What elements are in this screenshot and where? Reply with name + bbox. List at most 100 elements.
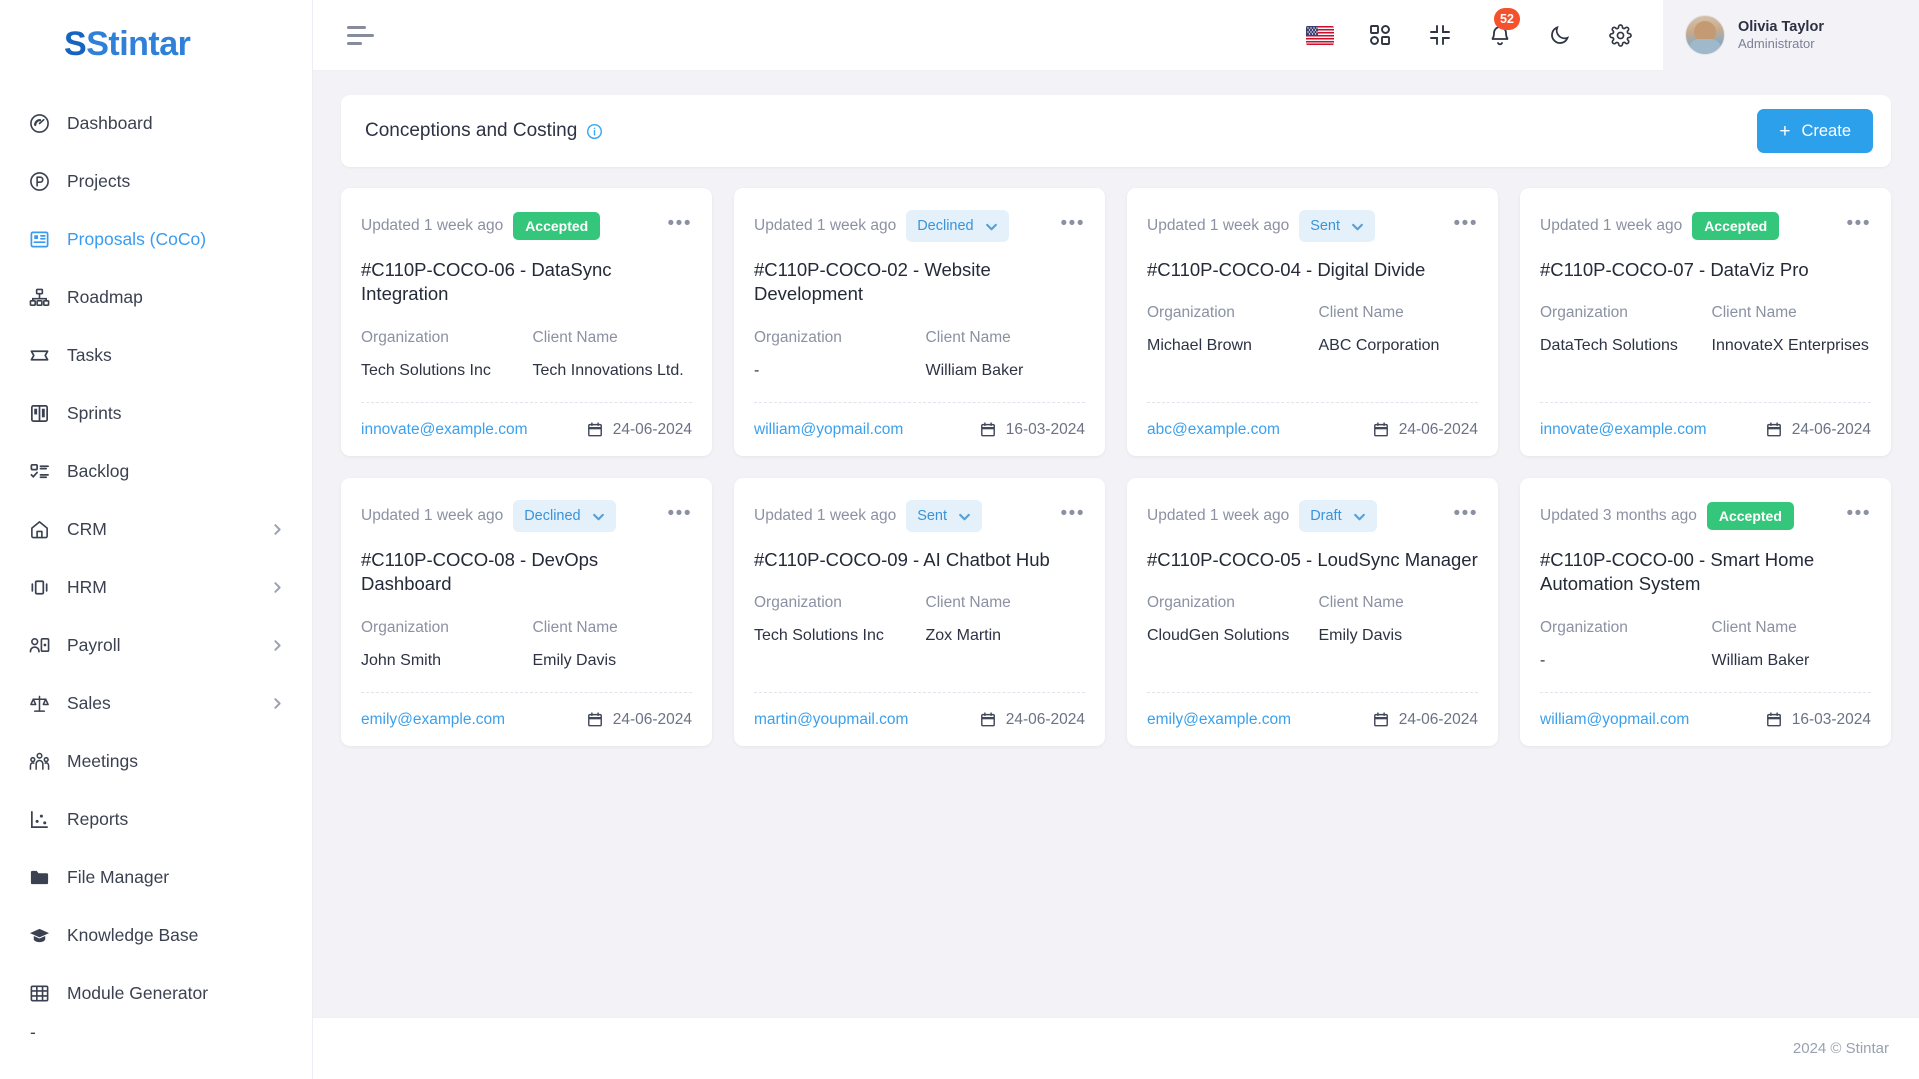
apps-grid-icon[interactable]	[1365, 20, 1395, 50]
card-updated-text: Updated 1 week ago	[1147, 507, 1290, 524]
info-circle-icon[interactable]	[586, 123, 603, 140]
sidebar-item-meetings[interactable]: Meetings	[0, 732, 312, 790]
client-field: Client Name William Baker	[1712, 619, 1872, 678]
status-dropdown[interactable]: Sent	[906, 500, 983, 532]
card-email-link[interactable]: william@yopmail.com	[754, 421, 903, 439]
topbar-icons: 52	[1305, 8, 1663, 50]
chevron-down-icon	[592, 510, 605, 523]
calendar-icon	[980, 421, 996, 438]
plus-icon: +	[1779, 120, 1791, 142]
create-button[interactable]: + Create	[1757, 109, 1873, 153]
user-profile[interactable]: Olivia Taylor Administrator	[1663, 0, 1919, 71]
sidebar-item-payroll[interactable]: Payroll	[0, 616, 312, 674]
proposal-card[interactable]: Updated 1 week ago Sent ••• #C110P-COCO-04 …	[1127, 188, 1498, 456]
status-dropdown[interactable]: Declined	[513, 500, 616, 532]
card-date-text: 24-06-2024	[1398, 420, 1478, 438]
card-header: Updated 1 week ago Accepted •••	[361, 208, 692, 244]
card-menu-icon[interactable]: •••	[1061, 214, 1085, 239]
card-email-link[interactable]: abc@example.com	[1147, 421, 1280, 439]
sidebar-item-label: CRM	[67, 518, 107, 539]
client-label: Client Name	[925, 328, 1011, 346]
hamburger-icon[interactable]	[347, 25, 377, 45]
card-menu-icon[interactable]: •••	[668, 504, 692, 529]
us-flag-icon[interactable]	[1305, 20, 1335, 50]
sidebar-item-dashboard[interactable]: Dashboard	[0, 94, 312, 152]
proposal-card[interactable]: Updated 1 week ago Declined ••• #C110P-COCO…	[341, 478, 712, 746]
status-dropdown[interactable]: Draft	[1299, 500, 1377, 532]
client-value: Tech Innovations Ltd.	[532, 361, 684, 379]
client-value: Emily Davis	[532, 651, 617, 669]
brand-logo[interactable]: SStintar	[0, 0, 312, 88]
sidebar-item-sprints[interactable]: Sprints	[0, 384, 312, 442]
content-area: Conceptions and Costing + Create Updated…	[313, 71, 1919, 1017]
proposal-card[interactable]: Updated 1 week ago Declined ••• #C110P-COCO…	[734, 188, 1105, 456]
sidebar-item-backlog[interactable]: Backlog	[0, 442, 312, 500]
chevron-right-icon[interactable]	[271, 523, 284, 536]
sidebar-item-file-manager[interactable]: File Manager	[0, 848, 312, 906]
proposal-card[interactable]: Updated 3 months ago Accepted ••• #C110P-CO…	[1520, 478, 1891, 746]
status-badge: Accepted	[1706, 502, 1794, 530]
card-menu-icon[interactable]: •••	[1847, 504, 1871, 529]
sidebar-item-label: Backlog	[67, 460, 130, 481]
card-email-link[interactable]: martin@youpmail.com	[754, 711, 908, 729]
chevron-right-icon[interactable]	[271, 581, 284, 594]
card-footer: martin@youpmail.com 24-06-2024	[754, 692, 1085, 746]
sidebar-item-hrm[interactable]: HRM	[0, 558, 312, 616]
proposal-card[interactable]: Updated 1 week ago Accepted ••• #C110P-COCO…	[1520, 188, 1891, 456]
organization-label: Organization	[754, 594, 842, 612]
sidebar-item-reports[interactable]: Reports	[0, 790, 312, 848]
card-date-text: 16-03-2024	[1791, 710, 1871, 728]
card-email-link[interactable]: emily@example.com	[361, 711, 505, 729]
chevron-right-icon[interactable]	[271, 697, 284, 710]
proposal-card[interactable]: Updated 1 week ago Draft ••• #C110P-COCO-05…	[1127, 478, 1498, 746]
organization-field: Organization Tech Solutions Inc	[754, 594, 914, 678]
card-fields: Organization CloudGen Solutions Client Nam…	[1147, 594, 1478, 678]
sidebar-item-roadmap[interactable]: Roadmap	[0, 268, 312, 326]
organization-label: Organization	[754, 328, 842, 346]
client-label: Client Name	[1318, 594, 1404, 612]
card-email-link[interactable]: innovate@example.com	[361, 421, 528, 439]
organization-label: Organization	[1147, 304, 1235, 322]
sidebar-item-truncated[interactable]: -	[0, 1022, 312, 1056]
moon-icon[interactable]	[1545, 20, 1575, 50]
organization-label: Organization	[361, 618, 449, 636]
sidebar-item-projects[interactable]: Projects	[0, 152, 312, 210]
client-field: Client Name William Baker	[926, 329, 1086, 388]
proposal-card[interactable]: Updated 1 week ago Accepted ••• #C110P-COCO…	[341, 188, 712, 456]
card-menu-icon[interactable]: •••	[1454, 504, 1478, 529]
sidebar-item-label: Reports	[67, 808, 129, 829]
sidebar-item-label: Dashboard	[67, 112, 153, 133]
status-dropdown[interactable]: Sent	[1299, 210, 1376, 242]
sidebar-item-sales[interactable]: Sales	[0, 674, 312, 732]
sidebar-item-knowledge-base[interactable]: Knowledge Base	[0, 906, 312, 964]
bell-icon[interactable]: 52	[1485, 8, 1520, 50]
proposal-card[interactable]: Updated 1 week ago Sent ••• #C110P-COCO-09 …	[734, 478, 1105, 746]
backlog-icon	[28, 460, 50, 482]
organization-value: Tech Solutions Inc	[754, 627, 884, 645]
chevron-down-icon	[1353, 510, 1366, 523]
sidebar-item-label: Sprints	[67, 402, 122, 423]
card-menu-icon[interactable]: •••	[1847, 214, 1871, 239]
card-menu-icon[interactable]: •••	[1061, 504, 1085, 529]
chevron-right-icon[interactable]	[271, 639, 284, 652]
sidebar-item-tasks[interactable]: Tasks	[0, 326, 312, 384]
card-menu-icon[interactable]: •••	[1454, 214, 1478, 239]
card-email-link[interactable]: emily@example.com	[1147, 711, 1291, 729]
card-updated-text: Updated 1 week ago	[1540, 217, 1683, 234]
sidebar-item-module-generator[interactable]: Module Generator	[0, 964, 312, 1022]
card-title: #C110P-COCO-02 - Website Development	[754, 259, 991, 305]
card-title: #C110P-COCO-04 - Digital Divide	[1147, 259, 1426, 280]
status-dropdown[interactable]: Declined	[906, 210, 1009, 242]
card-email-link[interactable]: innovate@example.com	[1540, 421, 1707, 439]
card-email-link[interactable]: william@yopmail.com	[1540, 711, 1689, 729]
gear-icon[interactable]	[1605, 20, 1635, 50]
collapse-screen-icon[interactable]	[1425, 20, 1455, 50]
sidebar-item-proposals-coco[interactable]: Proposals (CoCo)	[0, 210, 312, 268]
card-title: #C110P-COCO-07 - DataViz Pro	[1540, 259, 1809, 280]
client-value: Zox Martin	[925, 627, 1002, 645]
sidebar-item-crm[interactable]: CRM	[0, 500, 312, 558]
chevron-down-icon	[958, 510, 971, 523]
card-menu-icon[interactable]: •••	[668, 214, 692, 239]
sidebar-item-label: Module Generator	[67, 982, 209, 1003]
sidebar-item-label: Meetings	[67, 750, 139, 771]
